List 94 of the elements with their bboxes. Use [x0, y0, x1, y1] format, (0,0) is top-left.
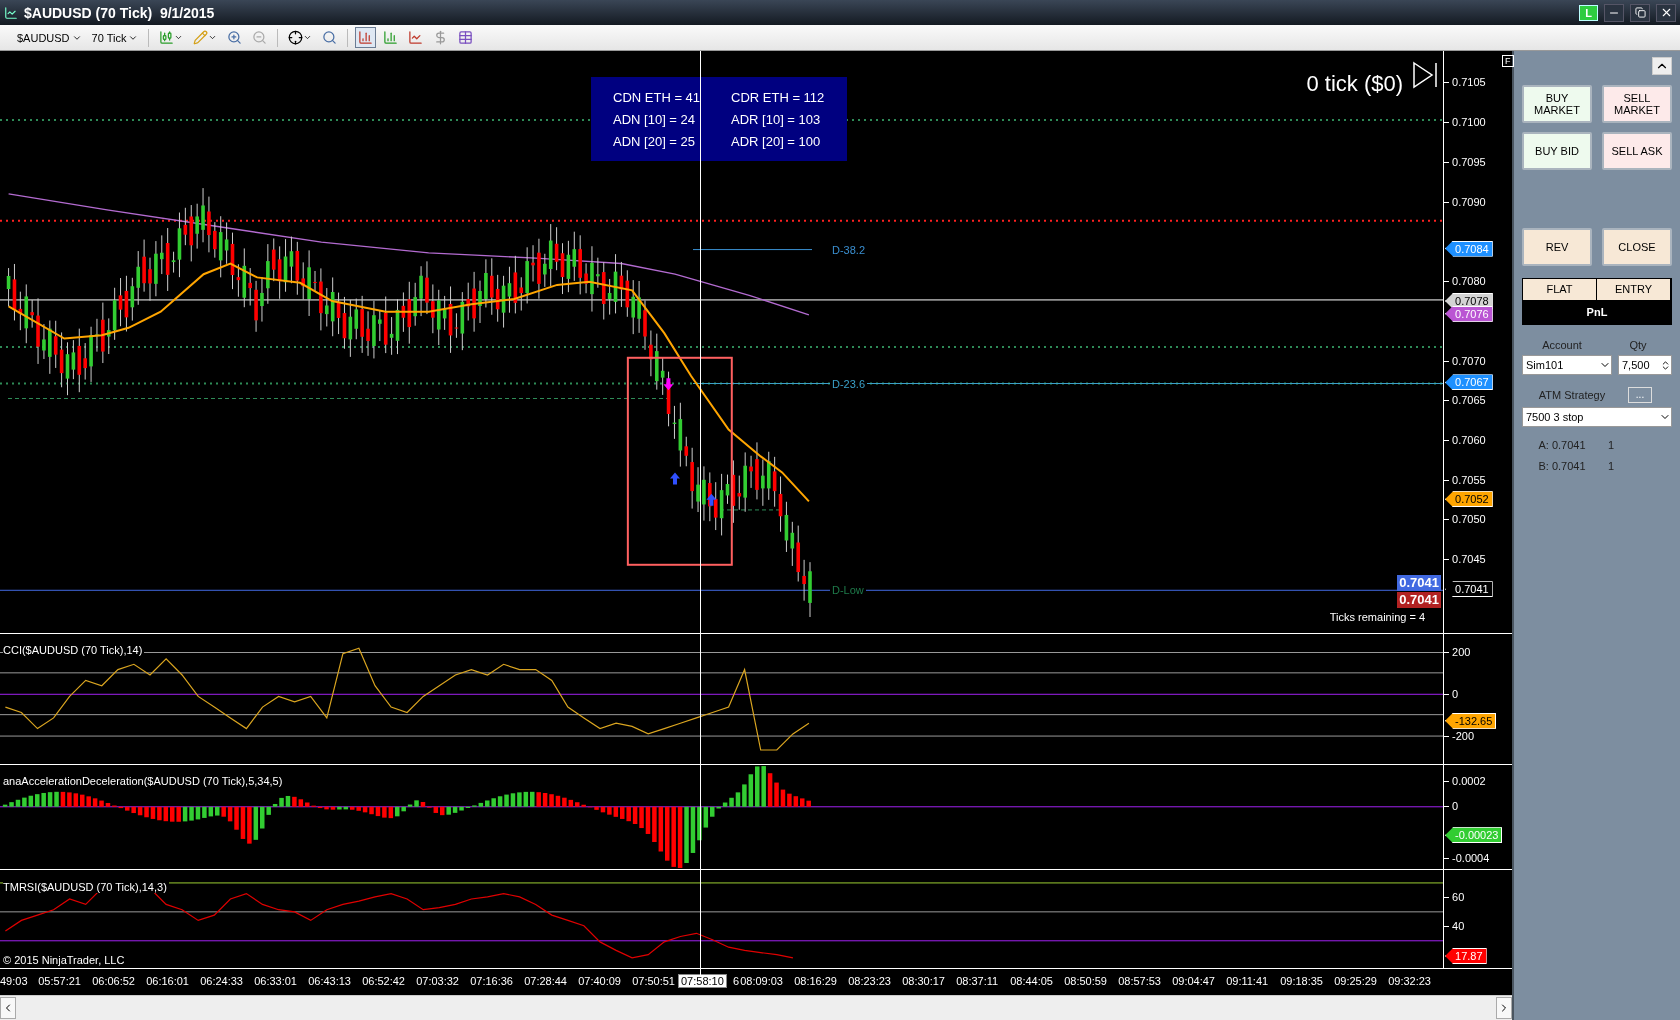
axis-tick-label: 0 — [1452, 688, 1459, 701]
axis-tick-label: 40 — [1452, 920, 1465, 933]
axis-tick-label: 0.7100 — [1452, 116, 1486, 129]
axis-tick-label: 0 — [1452, 800, 1459, 813]
axis-tick-label: -200 — [1452, 729, 1475, 742]
quote-size: 1 — [1608, 439, 1615, 451]
time-label: 08:23:23 — [848, 975, 891, 988]
time-label: 07:03:32 — [416, 975, 459, 988]
instrument-dropdown[interactable]: $AUDUSD — [14, 31, 85, 44]
indicator-label: CCI($AUDUSD (70 Tick),14) — [3, 644, 145, 657]
time-label: 06:24:33 — [200, 975, 243, 988]
axis-tick-label: 0.7095 — [1452, 155, 1486, 168]
price-marker: 0.7084 — [1445, 240, 1493, 257]
window-title: $AUDUSD (70 Tick) 9/1/2015 — [24, 4, 216, 21]
pnl-label: PnL — [1585, 305, 1609, 320]
quote-price: A: 0.7041 — [1537, 439, 1587, 451]
value-marker: 17.87 — [1445, 948, 1487, 965]
time-label: 09:25:29 — [1334, 975, 1377, 988]
entry-label: ENTRY — [1597, 279, 1670, 300]
time-label: 08:16:29 — [794, 975, 837, 988]
time-label: 06:43:13 — [308, 975, 351, 988]
indicator-label: anaAccelerationDeceleration($AUDUSD (70 Tick),5,34,5) — [3, 774, 285, 787]
position-label: FLAT — [1523, 279, 1596, 300]
order-button[interactable]: REV — [1522, 228, 1592, 266]
price-marker: 0.7052 — [1445, 491, 1493, 508]
stat-text: ADN [20] = 25 — [613, 133, 697, 149]
order-button[interactable]: SELL ASK — [1602, 132, 1672, 170]
stat-text: ADN [10] = 24 — [613, 111, 697, 127]
time-label: 06:06:52 — [92, 975, 135, 988]
time-label: 08:44:05 — [1010, 975, 1053, 988]
account-select[interactable]: Sim101 — [1522, 355, 1612, 375]
stat-text: CDR ETH = 112 — [731, 89, 826, 105]
qty-field[interactable]: 7,500 — [1618, 355, 1672, 375]
bid-price-tag: 0.7041 — [1397, 575, 1442, 591]
price-marker: 0.7041 — [1445, 581, 1493, 598]
axis-tick-label: 0.7070 — [1452, 354, 1486, 367]
ticks-remaining-text: Ticks remaining = 4 — [1329, 611, 1426, 623]
axis-tick-label: 0.7080 — [1452, 275, 1486, 288]
time-label: 06:52:42 — [362, 975, 405, 988]
stat-text: ADR [10] = 103 — [731, 111, 822, 127]
pnl-display: 0 tick ($0) — [1306, 71, 1404, 97]
axis-tick-label: 0.7055 — [1452, 473, 1486, 486]
time-label: 09:18:35 — [1280, 975, 1323, 988]
time-label: 07:40:09 — [578, 975, 621, 988]
axis-tick-label: 0.7060 — [1452, 434, 1486, 446]
time-label: 07:50:51 — [632, 975, 675, 988]
time-label: 05:57:21 — [38, 975, 81, 988]
account-label: Account — [1541, 339, 1583, 351]
copyright-text: © 2015 NinjaTrader, LLC — [3, 954, 125, 967]
time-label: 08:57:53 — [1118, 975, 1161, 988]
time-label: 09:04:47 — [1172, 975, 1215, 988]
time-label: 6 — [733, 975, 740, 988]
axis-tick-label: 0.7065 — [1452, 394, 1486, 407]
axis-tick-label: 0.7050 — [1452, 513, 1486, 526]
axis-tick-label: 0.7090 — [1452, 195, 1486, 208]
level-label: D-Low — [830, 584, 866, 597]
order-button[interactable]: SELL MARKET — [1602, 85, 1672, 123]
axis-tick-label: -0.0004 — [1452, 851, 1490, 864]
axis-tick-label: 0.0002 — [1452, 774, 1486, 787]
stat-text: ADR [20] = 100 — [731, 133, 822, 149]
time-label: 09:32:23 — [1388, 975, 1431, 988]
axis-tick-label: 60 — [1452, 891, 1465, 904]
value-marker: -0.00023 — [1445, 827, 1503, 844]
order-button[interactable]: CLOSE — [1602, 228, 1672, 266]
indicator-label: TMRSI($AUDUSD (70 Tick),14,3) — [3, 880, 169, 893]
time-label: 06:16:01 — [146, 975, 189, 988]
time-label: 08:50:59 — [1064, 975, 1107, 988]
level-label: D-38.2 — [830, 243, 868, 256]
time-label: 49:03 — [0, 975, 28, 988]
quote-price: B: 0.7041 — [1537, 460, 1587, 472]
time-label: 06:33:01 — [254, 975, 297, 988]
order-button[interactable]: BUY BID — [1522, 132, 1592, 170]
order-button[interactable]: BUY MARKET — [1522, 85, 1592, 123]
time-label: 09:11:41 — [1226, 975, 1269, 988]
axis-tick-label: 0.7045 — [1452, 553, 1486, 566]
stat-text: CDN ETH = 41 — [613, 89, 702, 105]
price-marker: 0.7067 — [1445, 374, 1493, 391]
axis-tick-label: 200 — [1452, 646, 1471, 659]
time-label: 08:37:11 — [956, 975, 999, 988]
flag-icon[interactable]: F — [1502, 55, 1514, 67]
atm-strategy-label: ATM Strategy — [1537, 389, 1607, 401]
value-marker: -132.65 — [1445, 712, 1497, 729]
ask-price-tag: 0.7041 — [1397, 592, 1442, 608]
cursor-time-label: 07:58:10 — [678, 974, 727, 989]
interval-dropdown[interactable]: 70 Tick — [88, 31, 142, 44]
axis-tick-label: 0.7105 — [1452, 76, 1486, 89]
time-label: 08:30:17 — [902, 975, 945, 988]
atm-strategy-select[interactable]: 7500 3 stop — [1522, 407, 1672, 427]
level-label: D-23.6 — [830, 377, 868, 390]
time-label: 07:16:36 — [470, 975, 513, 988]
quote-size: 1 — [1608, 460, 1615, 472]
time-label: 07:28:44 — [524, 975, 567, 988]
qty-label: Qty — [1628, 339, 1648, 351]
time-label: 08:09:03 — [740, 975, 783, 988]
